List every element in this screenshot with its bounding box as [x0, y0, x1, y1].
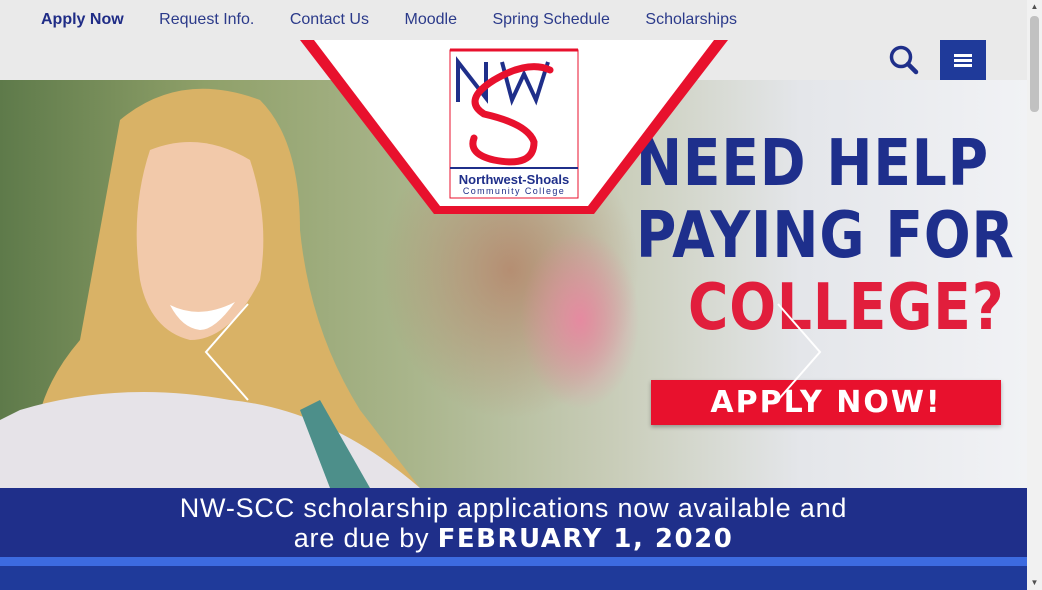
search-icon	[889, 45, 919, 75]
nav-link-contact-us[interactable]: Contact Us	[290, 0, 369, 40]
college-logo[interactable]: Northwest-Shoals Community College	[298, 40, 730, 216]
scrollbar-thumb[interactable]	[1030, 16, 1039, 112]
search-button[interactable]	[886, 42, 922, 78]
menu-button[interactable]	[940, 40, 986, 80]
chevron-right-icon[interactable]	[776, 302, 822, 402]
nav-link-spring-schedule[interactable]: Spring Schedule	[492, 0, 609, 40]
logo-name: Northwest-Shoals	[459, 172, 570, 187]
banner-line-1: NW-SCC scholarship applications now avai…	[179, 493, 848, 523]
nav-link-scholarships[interactable]: Scholarships	[645, 0, 737, 40]
logo-banner: Northwest-Shoals Community College	[300, 40, 728, 214]
hamburger-menu-icon-bar	[954, 59, 972, 62]
hamburger-menu-icon	[954, 54, 972, 57]
nav-link-moodle[interactable]: Moodle	[404, 0, 456, 40]
scroll-down-arrow-icon[interactable]: ▼	[1027, 576, 1042, 590]
scroll-up-arrow-icon[interactable]: ▲	[1027, 0, 1042, 14]
vertical-scrollbar[interactable]: ▲ ▼	[1027, 0, 1042, 590]
nav-link-apply-now[interactable]: Apply Now	[41, 0, 124, 40]
next-section	[0, 566, 1027, 590]
nav-link-request-info[interactable]: Request Info.	[159, 0, 254, 40]
apply-now-cta[interactable]: APPLY NOW!	[651, 380, 1001, 425]
chevron-left-icon[interactable]	[204, 302, 250, 402]
headline-line-3: COLLEGE?	[688, 271, 1005, 345]
banner-line-2: are due by FEBRUARY 1, 2020	[0, 523, 1027, 554]
accent-stripe	[0, 557, 1027, 566]
top-nav: Apply Now Request Info. Contact Us Moodl…	[0, 0, 737, 40]
banner-line-2-prefix: are due by	[293, 523, 430, 553]
background-blur	[520, 230, 640, 410]
scholarship-banner[interactable]: NW-SCC scholarship applications now avai…	[0, 488, 1027, 557]
logo-subtitle: Community College	[463, 186, 565, 196]
hamburger-menu-icon-bar	[954, 64, 972, 67]
banner-due-date: FEBRUARY 1, 2020	[437, 524, 734, 554]
page: Apply Now Request Info. Contact Us Moodl…	[0, 0, 1027, 590]
